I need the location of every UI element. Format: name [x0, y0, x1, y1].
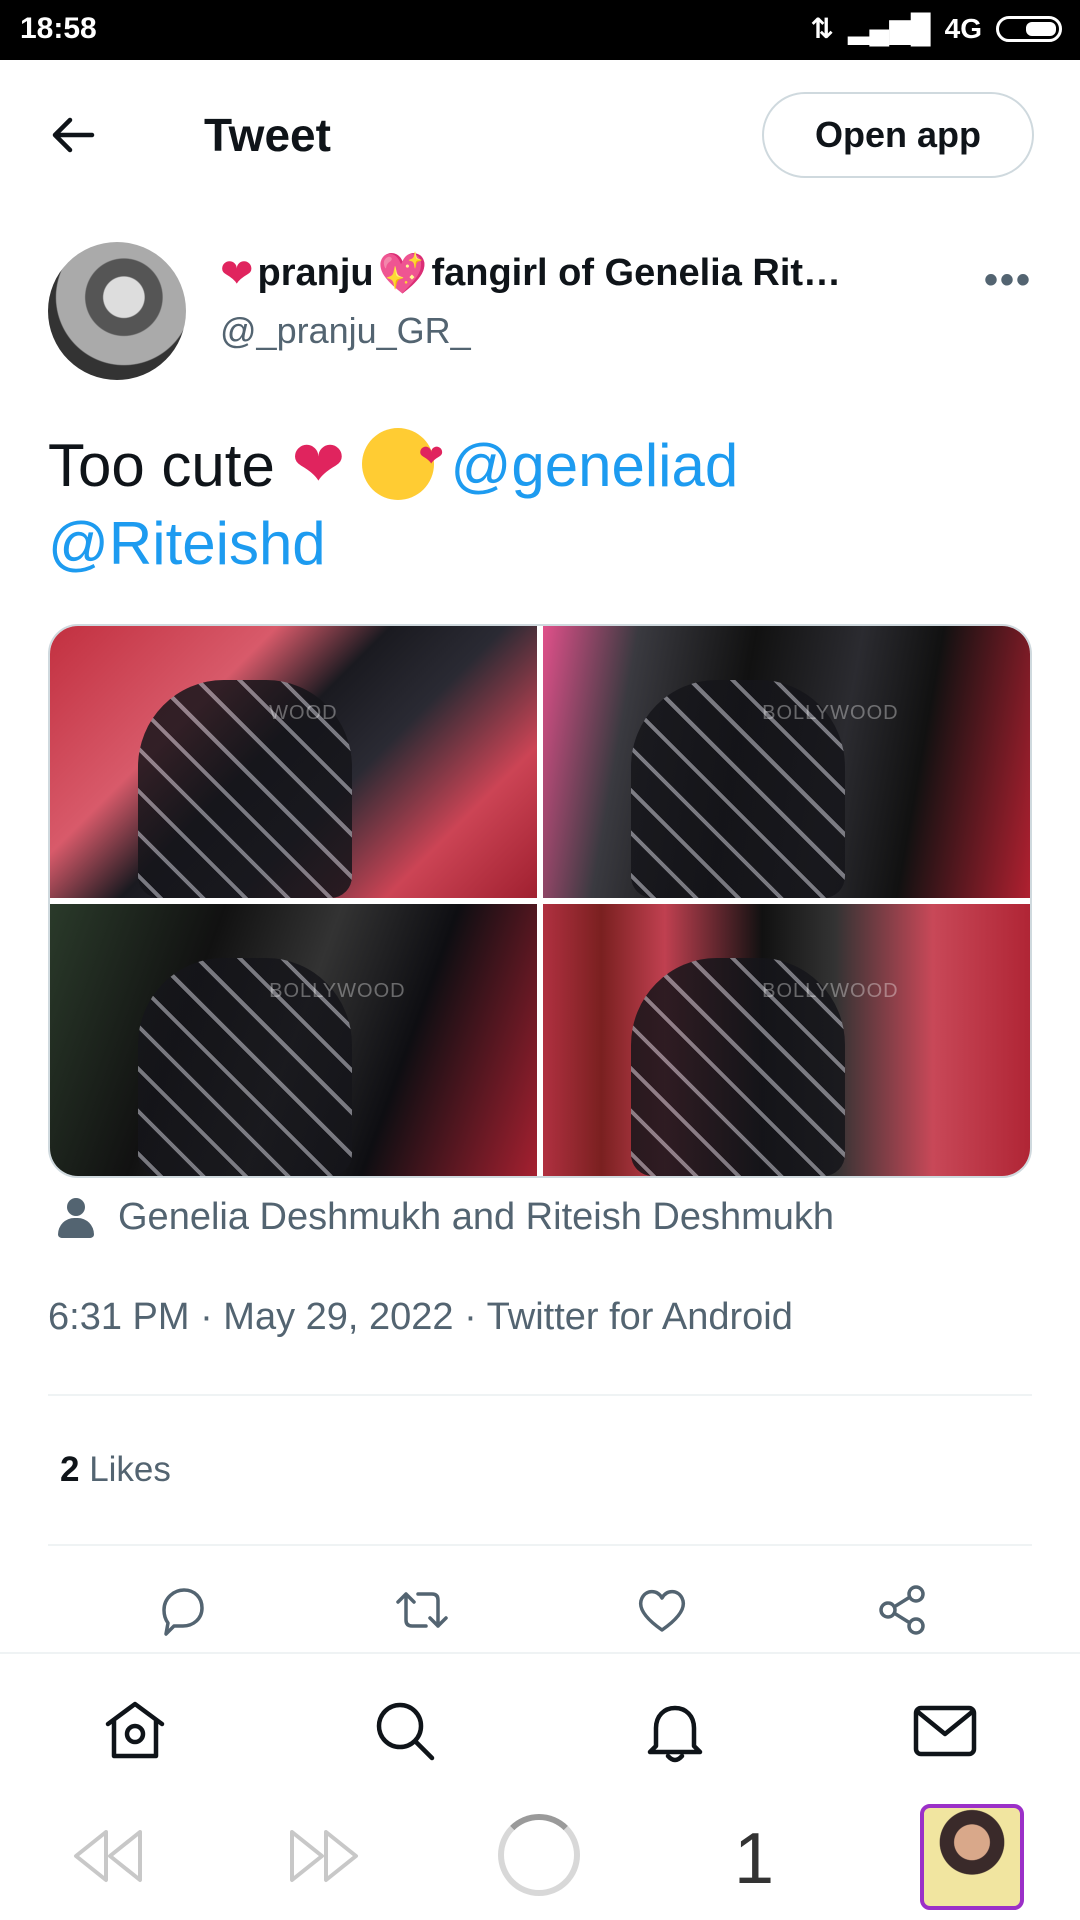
photo-watermark: BOLLYWOOD [269, 980, 406, 1003]
data-arrows-icon: ⇅ [810, 13, 834, 44]
fast-forward-icon[interactable] [286, 1826, 362, 1886]
mention-riteishd[interactable]: @Riteishd [48, 510, 326, 577]
notifications-icon[interactable] [640, 1696, 710, 1766]
kissing-face-icon [361, 418, 444, 500]
network-type: 4G [944, 12, 982, 44]
photo-3[interactable]: BOLLYWOOD [50, 904, 537, 1176]
red-heart-icon: ❤ [220, 251, 254, 296]
person-icon [56, 1197, 96, 1238]
loading-spinner-icon [498, 1814, 580, 1896]
messages-icon[interactable] [910, 1696, 980, 1766]
mention-geneliad[interactable]: @geneliad [450, 432, 738, 499]
share-icon[interactable] [872, 1580, 932, 1640]
tweet-header: Tweet Open app [0, 60, 1080, 210]
signal-icon: ▂▄▆█ [847, 13, 931, 44]
likes-count[interactable]: 2 Likes [60, 1450, 171, 1490]
tweet-text: Too cute ❤ @geneliad @Riteishd [48, 418, 1038, 583]
photo-4[interactable]: BOLLYWOOD [543, 904, 1030, 1176]
media-grid: WOOD BOLLYWOOD BOLLYWOOD BOLLYWOOD [48, 624, 1032, 1178]
more-options-icon[interactable]: ••• [984, 258, 1032, 303]
divider [48, 1544, 1032, 1546]
tweet-body: Too cute [48, 432, 292, 499]
photo-2[interactable]: BOLLYWOOD [543, 626, 1030, 898]
author-handle[interactable]: @_pranju_GR_ [220, 310, 471, 352]
author-name-part1: pranju [257, 252, 374, 294]
status-bar: 18:58 ⇅ ▂▄▆█ 4G [0, 0, 1080, 60]
author-avatar[interactable] [48, 242, 186, 380]
like-icon[interactable] [632, 1580, 692, 1640]
red-heart-icon: ❤ [291, 428, 346, 500]
tweet-timestamp: 6:31 PM · May 29, 2022 · Twitter for And… [48, 1296, 793, 1338]
rewind-icon[interactable] [70, 1826, 146, 1886]
home-icon[interactable] [100, 1696, 170, 1766]
open-app-button[interactable]: Open app [762, 92, 1034, 178]
reply-icon[interactable] [152, 1580, 212, 1640]
sparkling-heart-icon: 💖 [377, 252, 428, 296]
photo-1[interactable]: WOOD [50, 626, 537, 898]
photo-watermark: BOLLYWOOD [762, 702, 899, 725]
profile-thumbnail[interactable] [920, 1804, 1024, 1910]
back-arrow-icon[interactable] [48, 110, 98, 160]
likes-label: Likes [79, 1450, 171, 1489]
search-icon[interactable] [370, 1696, 440, 1766]
divider [48, 1394, 1032, 1396]
tab-counter[interactable]: 1 [734, 1818, 774, 1900]
tagged-people[interactable]: Genelia Deshmukh and Riteish Deshmukh [56, 1196, 834, 1239]
author-name-part2: fangirl of Genelia Rit… [431, 252, 842, 294]
author-name[interactable]: ❤ pranju 💖 fangirl of Genelia Rit… [220, 250, 841, 297]
browser-nav-bar: 1 [0, 1804, 1080, 1920]
tagged-names: Genelia Deshmukh and Riteish Deshmukh [118, 1196, 835, 1238]
photo-watermark: BOLLYWOOD [762, 980, 899, 1003]
bottom-tab-bar [0, 1654, 1080, 1804]
page-title: Tweet [204, 109, 331, 161]
status-time: 18:58 [20, 12, 97, 45]
photo-watermark: WOOD [269, 702, 338, 725]
battery-icon [996, 15, 1062, 42]
likes-number: 2 [60, 1450, 80, 1489]
tweet-actions [0, 1580, 1080, 1650]
retweet-icon[interactable] [392, 1580, 452, 1640]
status-indicators: ⇅ ▂▄▆█ 4G [810, 12, 1062, 45]
